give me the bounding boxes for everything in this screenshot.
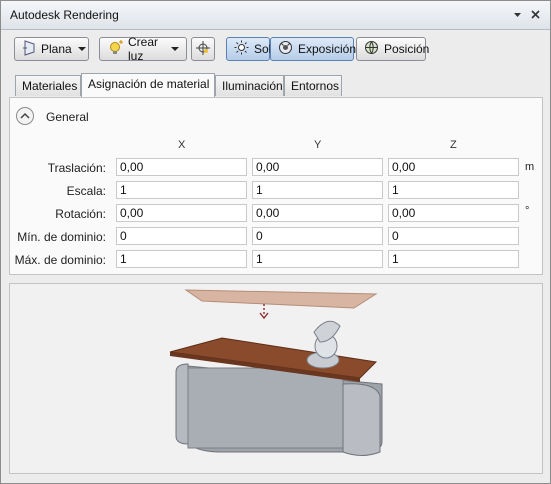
max-dominio-x-input[interactable] bbox=[116, 250, 247, 268]
posicion-label: Posición bbox=[384, 42, 430, 56]
max-dominio-label: Máx. de dominio: bbox=[14, 253, 106, 267]
min-dominio-z-input[interactable] bbox=[388, 227, 519, 245]
escala-y-input[interactable] bbox=[252, 181, 383, 199]
autodesk-rendering-window: Autodesk Rendering Plana Crear luz Sol E… bbox=[0, 0, 551, 484]
min-dominio-label: Mín. de dominio: bbox=[17, 230, 106, 244]
toolbar: Plana Crear luz Sol Exposición Posición bbox=[1, 30, 550, 70]
general-section-panel: General X Y Z Traslación: m Escala: Rota… bbox=[9, 97, 543, 275]
rotacion-z-input[interactable] bbox=[388, 204, 519, 222]
max-dominio-z-input[interactable] bbox=[388, 250, 519, 268]
collapse-section-button[interactable] bbox=[16, 107, 34, 125]
traslacion-unit: m bbox=[525, 161, 535, 173]
plana-dropdown-button[interactable]: Plana bbox=[14, 37, 89, 61]
rotacion-x-input[interactable] bbox=[116, 204, 247, 222]
texture-plane bbox=[184, 289, 378, 309]
chevron-up-icon bbox=[20, 112, 30, 119]
min-dominio-x-input[interactable] bbox=[116, 227, 247, 245]
crear-luz-label: Crear luz bbox=[128, 35, 159, 63]
min-dominio-y-input[interactable] bbox=[252, 227, 383, 245]
traslacion-y-input[interactable] bbox=[252, 158, 383, 176]
chevron-down-icon bbox=[77, 47, 86, 51]
max-dominio-y-input[interactable] bbox=[252, 250, 383, 268]
traslacion-z-input[interactable] bbox=[388, 158, 519, 176]
sol-label: Sol bbox=[254, 42, 272, 56]
chevron-down-icon bbox=[171, 47, 179, 51]
tab-materiales[interactable]: Materiales bbox=[15, 75, 81, 96]
traslacion-x-input[interactable] bbox=[116, 158, 247, 176]
rotacion-unit: ° bbox=[525, 205, 530, 217]
exposure-camera-icon bbox=[278, 40, 293, 58]
target-light-button[interactable] bbox=[191, 37, 215, 61]
sun-icon bbox=[234, 40, 249, 58]
rotacion-y-input[interactable] bbox=[252, 204, 383, 222]
sol-toggle-button[interactable]: Sol bbox=[226, 37, 272, 61]
plane-light-icon bbox=[22, 39, 36, 59]
rotacion-label: Rotación: bbox=[55, 207, 106, 221]
exposicion-label: Exposición bbox=[298, 42, 357, 56]
pin-icon[interactable] bbox=[510, 7, 525, 22]
tab-asignacion-de-material[interactable]: Asignación de material bbox=[81, 73, 215, 97]
preview-scene bbox=[169, 289, 383, 456]
section-title: General bbox=[46, 110, 89, 124]
light-bulb-icon bbox=[107, 39, 123, 59]
column-header-y: Y bbox=[314, 139, 322, 151]
tab-entornos[interactable]: Entornos bbox=[284, 75, 342, 96]
traslacion-label: Traslación: bbox=[47, 161, 106, 175]
crear-luz-dropdown-button[interactable]: Crear luz bbox=[99, 35, 187, 63]
title-bar: Autodesk Rendering bbox=[1, 1, 550, 30]
globe-position-icon bbox=[364, 40, 379, 58]
tab-iluminacion[interactable]: Iluminación bbox=[215, 75, 284, 96]
window-title: Autodesk Rendering bbox=[10, 8, 119, 22]
plana-label: Plana bbox=[41, 42, 72, 56]
column-header-x: X bbox=[178, 139, 186, 151]
escala-label: Escala: bbox=[66, 184, 106, 198]
column-header-z: Z bbox=[450, 139, 457, 151]
mapping-preview-viewport[interactable] bbox=[9, 283, 543, 474]
close-icon[interactable] bbox=[528, 7, 543, 22]
target-crosshair-icon bbox=[195, 40, 211, 59]
escala-x-input[interactable] bbox=[116, 181, 247, 199]
posicion-button[interactable]: Posición bbox=[356, 37, 430, 61]
exposicion-toggle-button[interactable]: Exposición bbox=[270, 37, 357, 61]
escala-z-input[interactable] bbox=[388, 181, 519, 199]
